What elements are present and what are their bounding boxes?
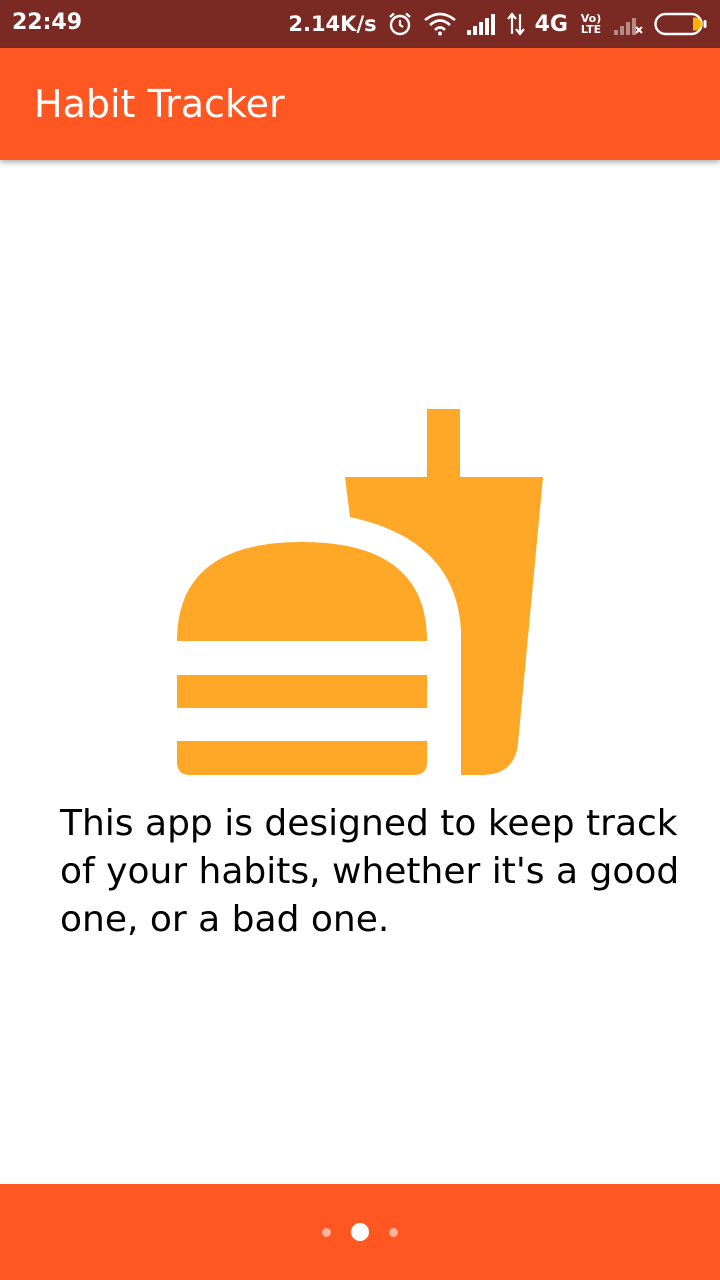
data-arrows-icon — [506, 12, 525, 36]
status-icons: 2.14K/s 4G Vo) LTE — [288, 8, 708, 40]
page-dot-3[interactable] — [389, 1227, 398, 1237]
signal-weak-icon — [614, 13, 644, 35]
volte-line2: LTE — [580, 23, 602, 36]
volte-icon: Vo) LTE — [578, 13, 604, 35]
page-dot-1[interactable] — [322, 1227, 331, 1237]
wifi-icon — [423, 12, 457, 36]
app-title: Habit Tracker — [34, 82, 285, 126]
onboarding-description: This app is designed to keep track of yo… — [60, 803, 680, 940]
page-dot-2-active[interactable] — [351, 1223, 369, 1241]
bottom-bar — [0, 1184, 720, 1280]
network-speed: 2.14K/s — [288, 12, 377, 36]
page-indicator[interactable] — [0, 1184, 720, 1280]
network-type: 4G — [534, 11, 568, 37]
fastfood-icon — [177, 409, 543, 775]
status-bar: 22:49 2.14K/s 4G Vo) LTE — [0, 0, 720, 48]
app-bar: Habit Tracker — [0, 48, 720, 160]
status-time: 22:49 — [12, 10, 83, 35]
signal-icon — [466, 13, 497, 35]
battery-icon — [654, 11, 708, 37]
alarm-icon — [387, 11, 413, 37]
